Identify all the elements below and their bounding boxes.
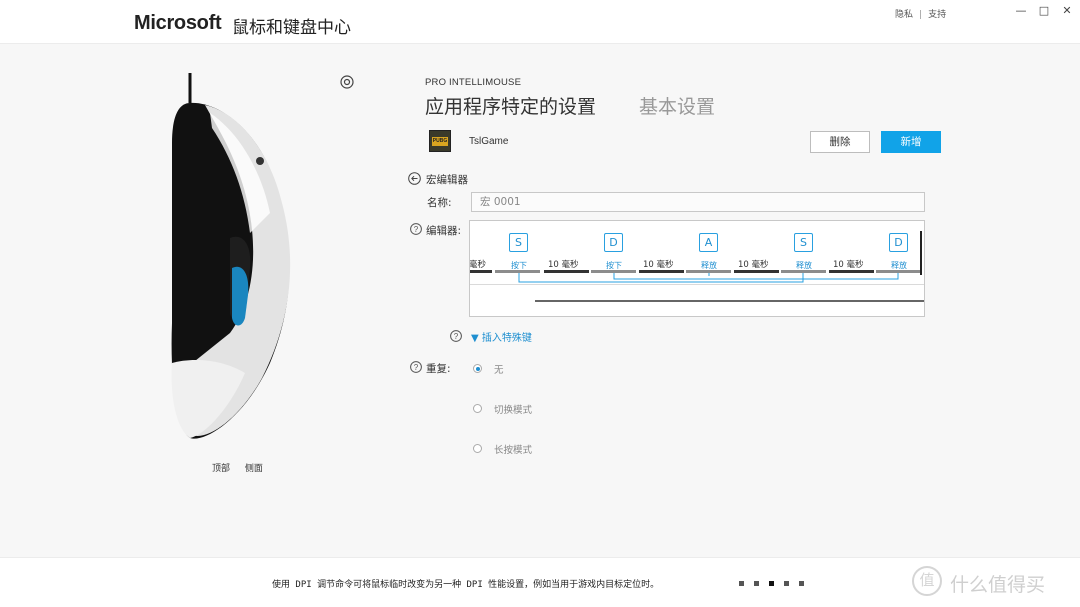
divider [470,284,924,285]
insert-cursor [920,231,922,275]
add-button[interactable]: 新增 [881,131,941,153]
help-icon[interactable]: ? [410,361,422,373]
top-links: 隐私 | 支持 [895,7,946,20]
help-icon[interactable]: ? [410,223,422,235]
help-icon[interactable]: ? [450,330,462,342]
product-name: PRO INTELLIMOUSE [425,77,522,88]
tips-footer: 使用 DPI 调节命令可将鼠标临时改变为另一种 DPI 性能设置，例如当用于游戏… [0,557,1080,607]
insert-special-key-button[interactable]: ▼ 插入特殊键 [471,329,532,344]
view-top[interactable]: 顶部 [212,464,230,474]
page-dot-4[interactable] [784,581,789,586]
mouse-preview-panel: 顶部 侧面 [0,45,400,545]
macro-name-input[interactable]: 宏 0001 [471,192,925,212]
repeat-hold-label[interactable]: 长按模式 [494,442,532,456]
minimize-button[interactable]: — [1010,4,1032,17]
app-icon[interactable]: PUBG [429,130,451,152]
svg-text:?: ? [414,363,419,372]
view-side[interactable]: 侧面 [245,464,263,474]
link-separator: | [919,10,923,20]
key-d-release[interactable]: D [889,233,908,252]
maximize-button[interactable]: □ [1033,4,1055,17]
close-button[interactable]: ✕ [1056,4,1078,17]
watermark-logo: 值 [912,566,942,596]
repeat-toggle-label[interactable]: 切换模式 [494,402,532,416]
delay-item: 10 毫秒 [833,260,864,270]
svg-text:?: ? [454,332,459,341]
watermark: 什么值得买 [950,574,1046,596]
macro-editor-timeline[interactable]: 毫秒 S 按下 10 毫秒 D 按下 10 毫秒 A 释放 10 毫秒 S 释放… [469,220,925,317]
name-label: 名称: [427,197,452,209]
view-selector: 顶部 侧面 [212,461,275,474]
repeat-none-radio[interactable] [473,364,482,373]
repeat-label: 重复: [426,363,451,375]
page-dot-1[interactable] [739,581,744,586]
tip-text: 使用 DPI 调节命令可将鼠标临时改变为另一种 DPI 性能设置，例如当用于游戏… [272,580,660,590]
tab-basic-settings[interactable]: 基本设置 [639,92,715,119]
timeline-track: 毫秒 S 按下 10 毫秒 D 按下 10 毫秒 A 释放 10 毫秒 S 释放… [469,221,924,316]
page-dot-2[interactable] [754,581,759,586]
repeat-none-label[interactable]: 无 [494,362,504,376]
repeat-toggle-radio[interactable] [473,404,482,413]
key-a-release[interactable]: A [699,233,718,252]
mouse-image [171,73,291,439]
key-s-press[interactable]: S [509,233,528,252]
editor-label: 编辑器: [426,225,462,237]
delay-item: 10 毫秒 [643,260,674,270]
back-arrow-icon[interactable] [408,172,421,185]
delay-item: 10 毫秒 [548,260,579,270]
app-icon-label: PUBG [432,137,448,146]
svg-text:?: ? [414,225,419,234]
delete-button[interactable]: 删除 [810,131,870,153]
page-dot-5[interactable] [799,581,804,586]
brand-logo: Microsoft [134,12,222,34]
tab-app-specific[interactable]: 应用程序特定的设置 [425,92,596,119]
view-toggle-icon[interactable] [340,75,354,89]
delay-item: 10 毫秒 [738,260,769,270]
title-bar: Microsoft 鼠标和键盘中心 隐私 | 支持 — □ ✕ [0,0,1080,44]
app-name: TslGame [469,136,509,147]
app-title: 鼠标和键盘中心 [232,18,351,38]
support-link[interactable]: 支持 [928,10,946,20]
delay-partial: 毫秒 [469,260,487,270]
repeat-hold-radio[interactable] [473,444,482,453]
timeline-scrollbar[interactable] [535,300,924,302]
page-dot-3[interactable] [769,581,774,586]
key-d-press[interactable]: D [604,233,623,252]
macro-editor-title: 宏编辑器 [426,174,468,186]
privacy-link[interactable]: 隐私 [895,10,913,20]
key-s-release[interactable]: S [794,233,813,252]
